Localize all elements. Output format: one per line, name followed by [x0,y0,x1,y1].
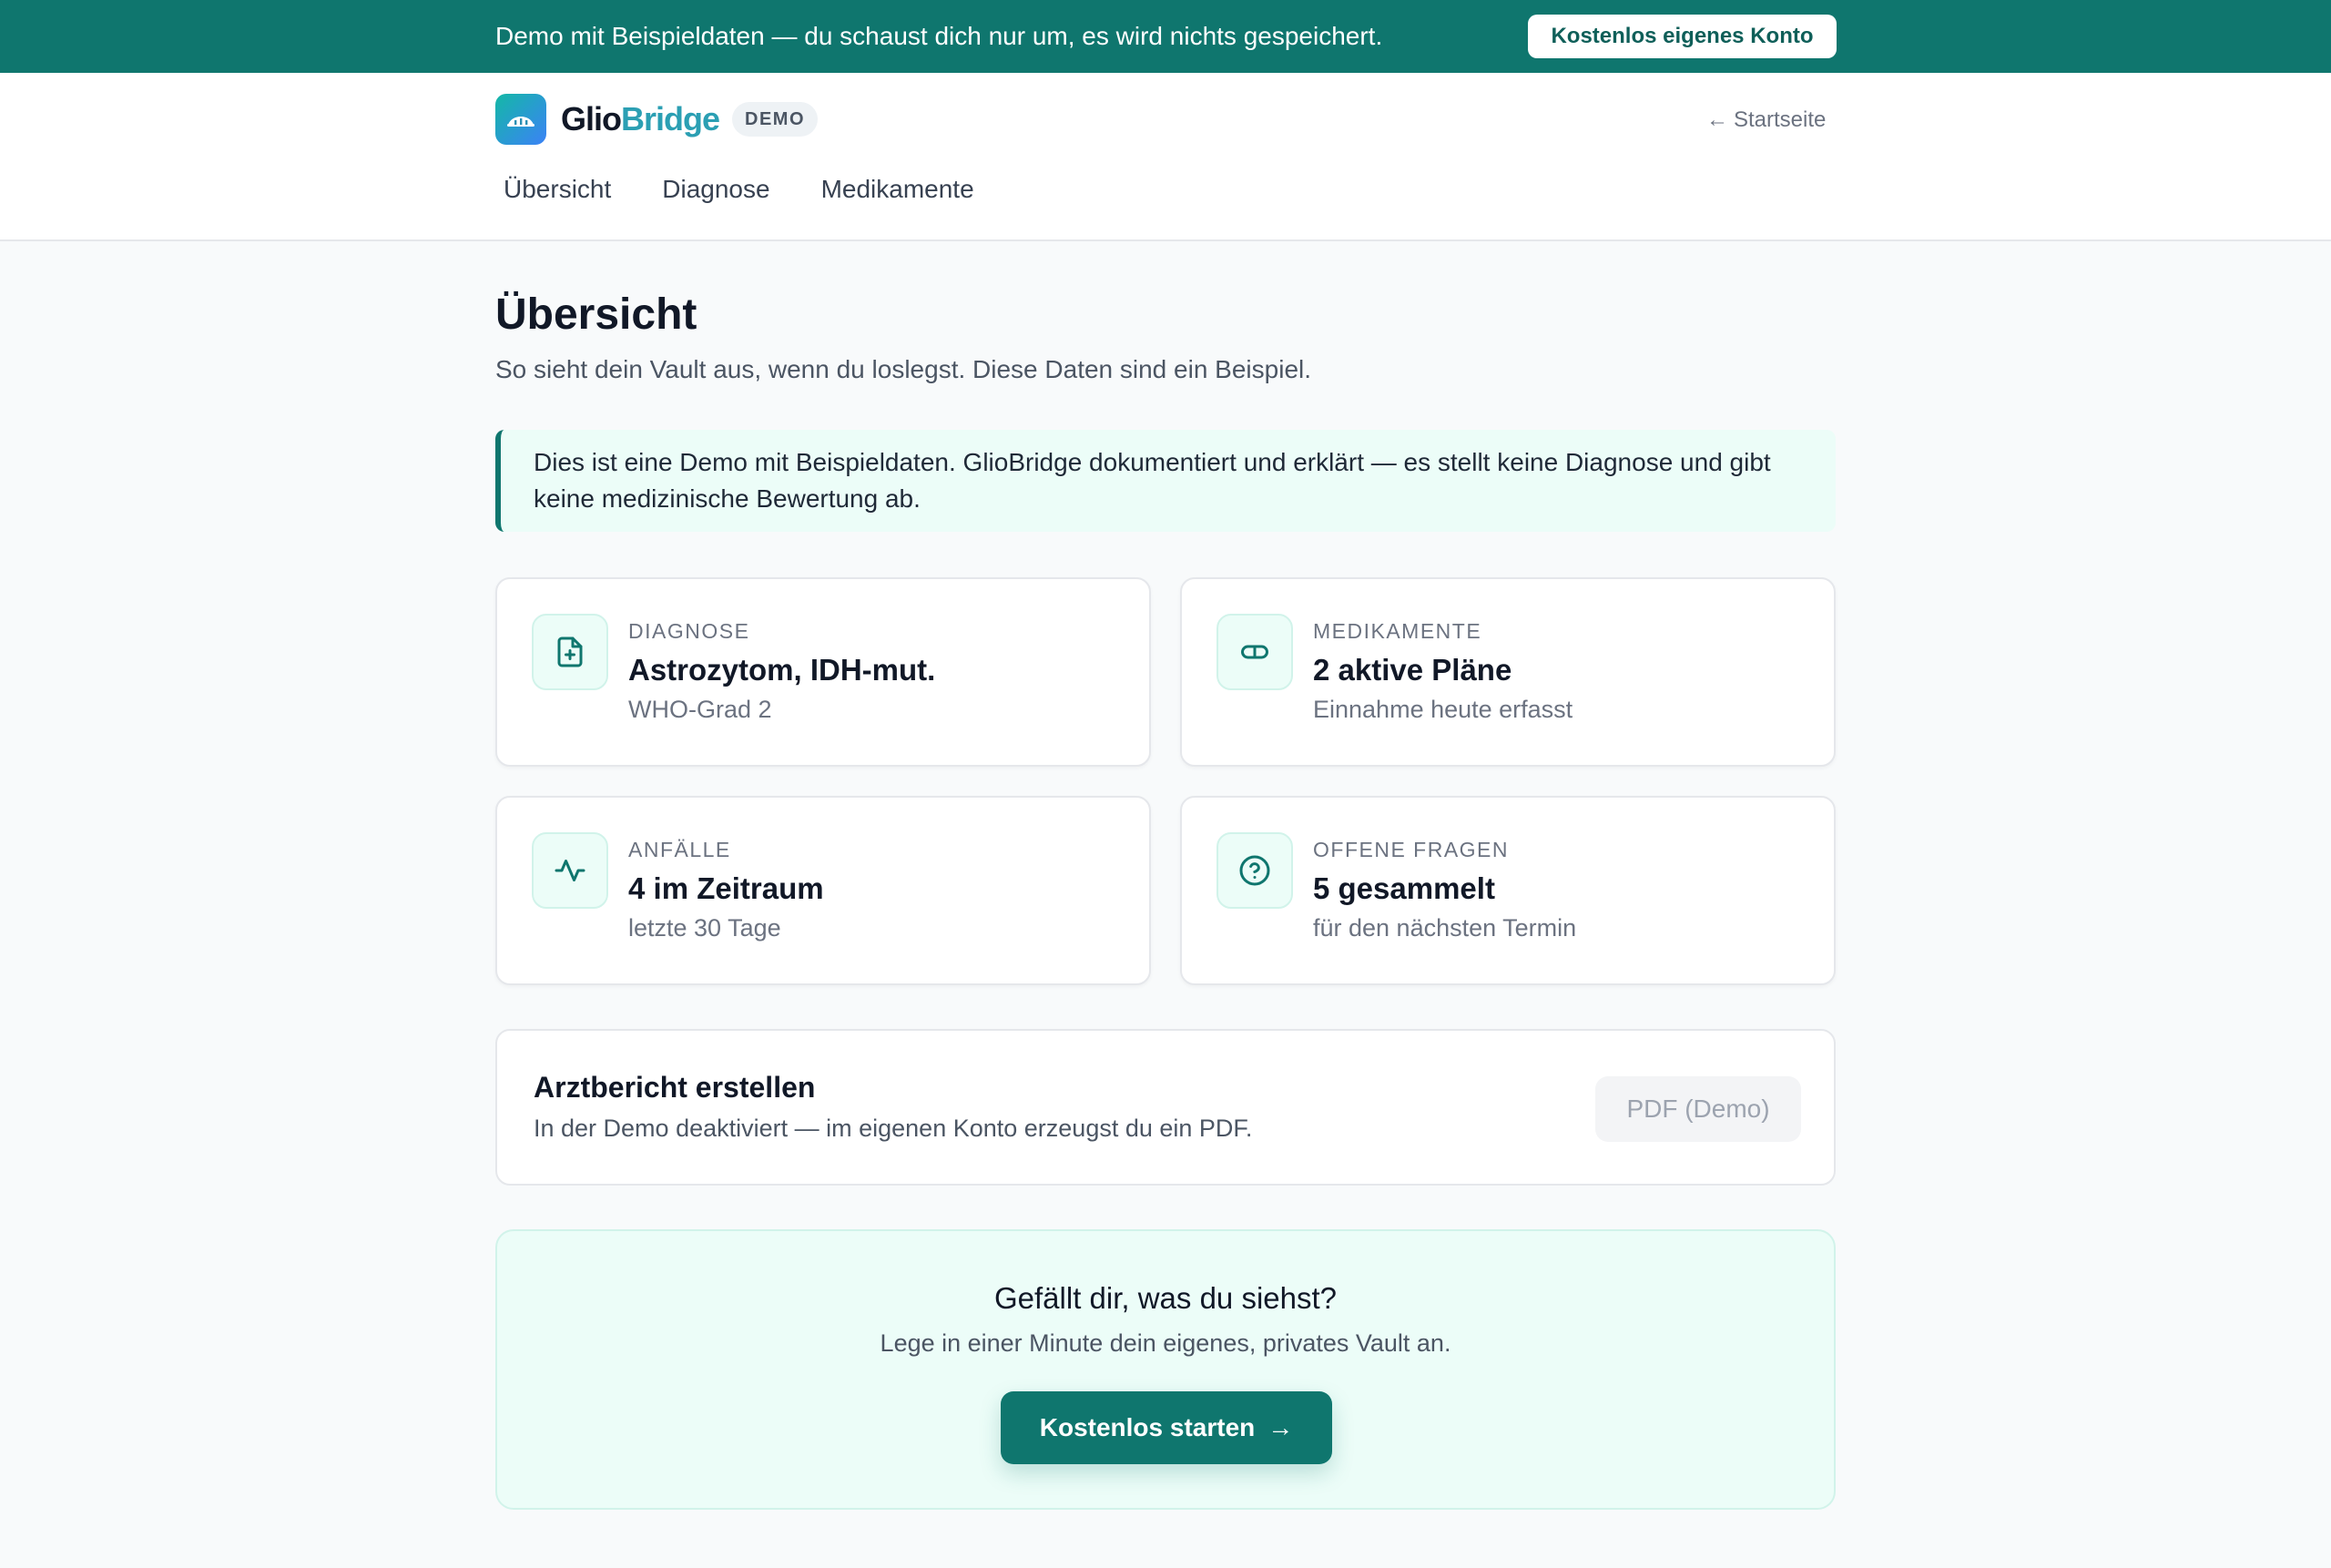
card-label: OFFENE FRAGEN [1313,838,1510,861]
arrow-right-icon: → [1267,1413,1294,1441]
create-account-button[interactable]: Kostenlos eigenes Konto [1528,15,1837,58]
logo-icon [495,94,546,145]
pdf-demo-button[interactable]: PDF (Demo) [1595,1076,1801,1142]
doctor-report-panel: Arztbericht erstellen In der Demo deakti… [495,1029,1836,1186]
card-label: DIAGNOSE [628,619,750,643]
pill-icon [1216,614,1293,690]
cta-title: Gefällt dir, was du siehst? [993,1281,1338,1315]
signup-cta-panel: Gefällt dir, was du siehst? Lege in eine… [495,1229,1836,1510]
nav-item-uebersicht[interactable]: Übersicht [495,169,619,209]
card-subtext: Einnahme heute erfasst [1313,696,1573,723]
card-value: Astrozytom, IDH-mut. [628,653,936,687]
arrow-left-icon: ← [1706,107,1728,132]
page-title: Übersicht [495,290,697,339]
card-subtext: WHO-Grad 2 [628,696,772,723]
cta-subtext: Lege in einer Minute dein eigenes, priva… [880,1329,1451,1357]
back-link-label: Startseite [1734,107,1827,132]
logo-part-glio: Glio [561,100,622,137]
card-anfaelle[interactable]: ANFÄLLE 4 im Zeitraum letzte 30 Tage [495,796,1151,985]
logo-wordmark[interactable]: GlioBridge [561,95,720,144]
card-value: 2 aktive Pläne [1313,653,1512,687]
demo-banner-text: Demo mit Beispieldaten — du schaust dich… [495,22,1383,50]
activity-icon [532,832,608,909]
file-plus-icon [532,614,608,690]
logo-part-bridge: Bridge [621,100,720,137]
card-label: ANFÄLLE [628,838,731,861]
card-subtext: letzte 30 Tage [628,914,781,942]
nav-item-diagnose[interactable]: Diagnose [654,169,778,209]
nav-item-medikamente[interactable]: Medikamente [813,169,982,209]
app-header: GlioBridge DEMO ← Startseite Übersicht Di… [0,73,2331,241]
card-label: MEDIKAMENTE [1313,619,1482,643]
card-value: 5 gesammelt [1313,871,1495,905]
start-free-label: Kostenlos starten [1039,1413,1256,1441]
report-title: Arztbericht erstellen [534,1071,816,1104]
demo-notice: Dies ist eine Demo mit Beispieldaten. Gl… [495,430,1836,532]
demo-badge: DEMO [732,102,818,137]
start-free-button[interactable]: Kostenlos starten → [1001,1391,1332,1464]
main-nav: Übersicht Diagnose Medikamente [495,169,1017,209]
page-subtitle: So sieht dein Vault aus, wenn du loslegs… [495,355,1312,383]
card-medikamente[interactable]: MEDIKAMENTE 2 aktive Pläne Einnahme heut… [1180,577,1836,767]
card-subtext: für den nächsten Termin [1313,914,1577,942]
demo-banner: Demo mit Beispieldaten — du schaust dich… [0,0,2331,73]
help-circle-icon [1216,832,1293,909]
card-offene-fragen[interactable]: OFFENE FRAGEN 5 gesammelt für den nächst… [1180,796,1836,985]
back-to-home-link[interactable]: ← Startseite [1706,104,1826,137]
card-value: 4 im Zeitraum [628,871,824,905]
card-diagnose[interactable]: DIAGNOSE Astrozytom, IDH-mut. WHO-Grad 2 [495,577,1151,767]
report-subtext: In der Demo deaktiviert — im eigenen Kon… [534,1115,1253,1142]
